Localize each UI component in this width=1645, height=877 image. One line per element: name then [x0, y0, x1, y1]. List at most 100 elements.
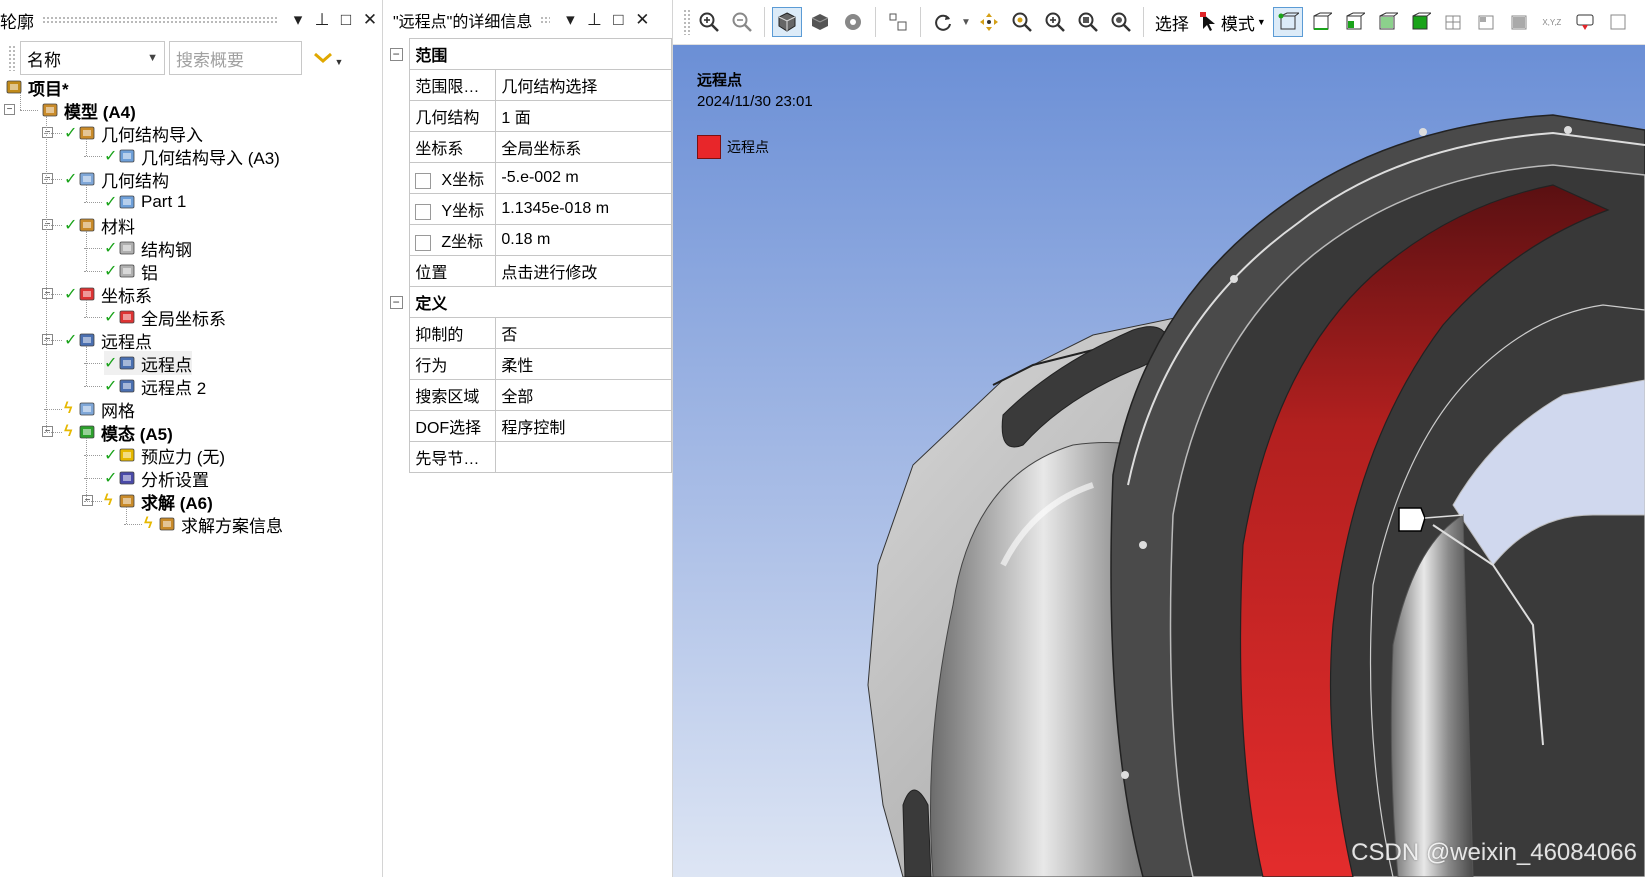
- tree-node[interactable]: ✓ 远程点: [64, 328, 152, 352]
- chevron-down-icon[interactable]: ▼: [961, 17, 971, 28]
- details-row[interactable]: Y坐标 1.1345e-018 m: [383, 193, 672, 225]
- group-collapse-icon[interactable]: −: [389, 296, 403, 309]
- select-vertex-icon[interactable]: [1272, 7, 1303, 37]
- mode-menu[interactable]: 模式 ▼: [1196, 7, 1270, 37]
- maximize-icon[interactable]: □: [334, 10, 358, 30]
- details-row-value[interactable]: 全局坐标系: [495, 131, 672, 163]
- tree-node[interactable]: ✓ Part 1: [104, 190, 186, 214]
- model-render[interactable]: [673, 45, 1645, 877]
- zoom-fit-icon[interactable]: [1073, 7, 1103, 37]
- details-row-value[interactable]: 1 面: [495, 100, 672, 132]
- zoom-selection-icon[interactable]: [1106, 7, 1136, 37]
- panel-grip[interactable]: [540, 16, 551, 24]
- details-row-value[interactable]: 几何结构选择: [495, 69, 672, 101]
- details-row-value[interactable]: -5.e-002 m: [495, 162, 672, 194]
- details-row[interactable]: Z坐标 0.18 m: [383, 224, 672, 256]
- tree-node[interactable]: ϟ 求解方案信息: [144, 512, 283, 536]
- zoom-out-icon[interactable]: [727, 7, 757, 37]
- details-row[interactable]: 几何结构 1 面: [383, 100, 672, 132]
- panel-grip[interactable]: [42, 16, 278, 24]
- wireframe-view-icon[interactable]: [838, 7, 868, 37]
- details-row[interactable]: 搜索区域 全部: [383, 379, 672, 411]
- details-row-value[interactable]: [495, 441, 672, 473]
- tree-node[interactable]: ϟ 模态 (A5): [64, 420, 173, 444]
- coordinates-icon[interactable]: X,Y,Z: [1537, 7, 1567, 37]
- tree-node[interactable]: ✓ 预应力 (无): [104, 443, 225, 467]
- pin-icon[interactable]: ⊥: [310, 10, 334, 30]
- select-body-solid-icon[interactable]: [1405, 7, 1435, 37]
- dropdown-icon[interactable]: ▾: [286, 10, 310, 30]
- tree-connector: [86, 346, 87, 386]
- tree-node[interactable]: ϟ 求解 (A6): [104, 489, 213, 513]
- details-group-header[interactable]: − 定义: [383, 286, 672, 318]
- details-row-value[interactable]: 0.18 m: [495, 224, 672, 256]
- details-row[interactable]: 抑制的 否: [383, 317, 672, 349]
- shaded-view-icon[interactable]: [805, 7, 835, 37]
- details-row-value[interactable]: 程序控制: [495, 410, 672, 442]
- select-edge-icon[interactable]: [1306, 7, 1336, 37]
- tree-node[interactable]: 项目*: [4, 75, 69, 99]
- parameter-checkbox[interactable]: [415, 234, 432, 251]
- close-icon[interactable]: ✕: [358, 10, 382, 30]
- group-collapse-icon[interactable]: −: [389, 48, 403, 61]
- parameter-checkbox[interactable]: [415, 203, 432, 220]
- tree-connector: [86, 139, 87, 156]
- dropdown-icon[interactable]: ▾: [558, 10, 582, 30]
- solution-icon: [117, 491, 137, 511]
- select-element-icon[interactable]: [1438, 7, 1468, 37]
- tree-expander[interactable]: −: [4, 104, 15, 115]
- rotate-icon[interactable]: [928, 7, 958, 37]
- details-row[interactable]: 先导节点...: [383, 441, 672, 473]
- details-row[interactable]: 范围限定... 几何结构选择: [383, 69, 672, 101]
- select-menu-label[interactable]: 选择: [1151, 7, 1193, 37]
- tree-node[interactable]: ✓ 远程点 2: [104, 374, 206, 398]
- tree-node[interactable]: ϟ 网格: [64, 397, 135, 421]
- box-zoom-icon[interactable]: [1040, 7, 1070, 37]
- details-row[interactable]: 位置 点击进行修改: [383, 255, 672, 287]
- viewport-extra-icon[interactable]: [1603, 7, 1633, 37]
- details-row[interactable]: 行为 柔性: [383, 348, 672, 380]
- details-row-value[interactable]: 全部: [495, 379, 672, 411]
- tree-node[interactable]: ✓ 材料: [64, 213, 135, 237]
- tree-node[interactable]: ✓ 远程点: [104, 351, 192, 375]
- name-select[interactable]: 名称 ▼: [20, 41, 165, 75]
- geometry-icon: [77, 169, 97, 189]
- tree-node[interactable]: ✓ 全局坐标系: [104, 305, 226, 329]
- select-face-icon[interactable]: [1339, 7, 1369, 37]
- details-row[interactable]: 坐标系 全局坐标系: [383, 131, 672, 163]
- details-row-value[interactable]: 柔性: [495, 348, 672, 380]
- details-group-header[interactable]: − 范围: [383, 38, 672, 70]
- pan-icon[interactable]: [974, 7, 1004, 37]
- details-row-value[interactable]: 1.1345e-018 m: [495, 193, 672, 225]
- search-options-button[interactable]: ▼: [306, 41, 350, 75]
- select-node-icon[interactable]: [1504, 7, 1534, 37]
- details-row-value[interactable]: 点击进行修改: [495, 255, 672, 287]
- parameter-checkbox[interactable]: [415, 172, 432, 189]
- search-input[interactable]: 搜索概要: [169, 41, 302, 75]
- iso-view-icon[interactable]: [772, 7, 802, 37]
- zoom-in-icon[interactable]: [694, 7, 724, 37]
- 3d-viewport[interactable]: 远程点 2024/11/30 23:01 远程点 CSDN @weixin_46…: [673, 45, 1645, 877]
- tree-node[interactable]: 模型 (A4): [40, 98, 136, 122]
- tree-node[interactable]: ✓ 几何结构导入: [64, 121, 203, 145]
- maximize-icon[interactable]: □: [606, 10, 630, 30]
- toolbar-grip[interactable]: [683, 9, 691, 35]
- details-row-value[interactable]: 否: [495, 317, 672, 349]
- probe-icon[interactable]: [1570, 7, 1600, 37]
- details-row[interactable]: X坐标 -5.e-002 m: [383, 162, 672, 194]
- pin-icon[interactable]: ⊥: [582, 10, 606, 30]
- tree-node[interactable]: ✓ 分析设置: [104, 466, 209, 490]
- layout-icon[interactable]: [883, 7, 913, 37]
- select-element-face-icon[interactable]: [1471, 7, 1501, 37]
- tree-node[interactable]: ✓ 铝: [104, 259, 158, 283]
- select-body-icon[interactable]: [1372, 7, 1402, 37]
- details-row-key: Z坐标: [409, 224, 497, 256]
- details-row[interactable]: DOF选择 程序控制: [383, 410, 672, 442]
- zoom-region-icon[interactable]: [1007, 7, 1037, 37]
- close-icon[interactable]: ✕: [630, 10, 654, 30]
- toolbar-grip[interactable]: [8, 45, 16, 71]
- tree-node[interactable]: ✓ 几何结构导入 (A3): [104, 144, 280, 168]
- tree-node[interactable]: ✓ 坐标系: [64, 282, 152, 306]
- tree-node[interactable]: ✓ 结构钢: [104, 236, 192, 260]
- tree-node[interactable]: ✓ 几何结构: [64, 167, 169, 191]
